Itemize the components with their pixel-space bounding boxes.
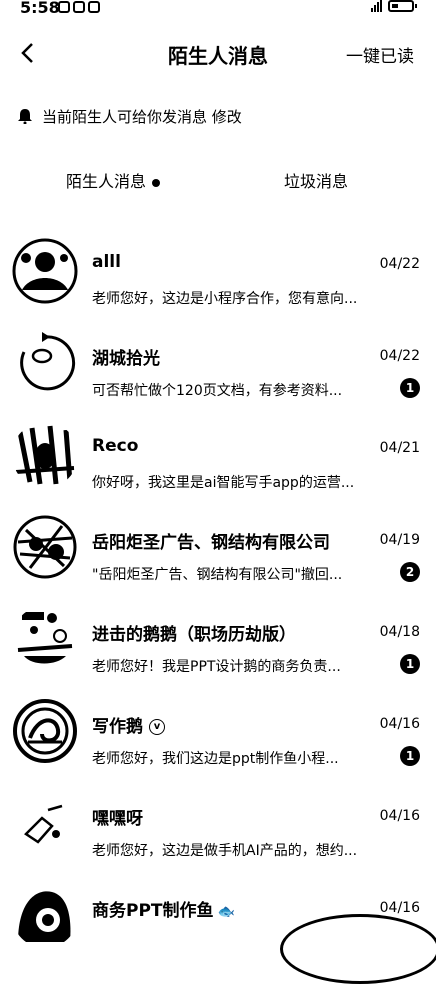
fish-icon: 🐟 [217,904,235,920]
tab-strangers[interactable]: 陌生人消息 [66,168,161,192]
item-name: 嘿嘿呀 [92,809,143,829]
avatar [12,422,78,488]
list-item[interactable]: 写作鹅 v 04/16 老师您好，我们这边是ppt制作鱼小程... 1 [0,686,436,778]
list-item[interactable]: alll 04/22 老师您好，这边是小程序合作，您有意向... [0,226,436,318]
item-date: 04/16 [379,900,420,916]
avatar [12,330,78,396]
item-message: 老师您好，这边是小程序合作，您有意向... [92,291,358,307]
item-message: 老师您好，我们这边是ppt制作鱼小程... [92,751,339,767]
item-date: 04/16 [379,808,420,824]
notice-text: 当前陌生人可给你发消息 修改 [42,107,242,126]
item-name: 商务PPT制作鱼 🐟 [92,901,235,921]
avatar [12,606,78,672]
item-message: 老师您好！我是PPT设计鹅的商务负责... [92,659,341,675]
item-date: 04/19 [379,532,420,548]
item-date: 04/18 [379,624,420,640]
item-name: 岳阳炬圣广告、钢结构有限公司 [92,533,330,553]
notification-icons [58,1,100,13]
avatar [12,514,78,580]
item-date: 04/21 [379,440,420,456]
bell-icon [18,108,32,124]
item-message: 老师您好，这边是做手机AI产品的，想约... [92,843,358,859]
verified-icon: v [149,719,165,735]
avatar [12,238,78,304]
list-item[interactable]: 湖城拾光 04/22 可否帮忙做个120页文档，有参考资料... 1 [0,318,436,410]
signal-icon [371,0,382,12]
item-name: Reco [92,436,139,456]
annotation-loop [280,914,436,984]
status-bar: 5:58 [0,0,436,22]
status-time: 5:58 [20,0,60,17]
item-message: 你好呀，我这里是ai智能写手app的运营... [92,475,355,491]
unread-badge: 2 [400,562,420,582]
header: 陌生人消息 一键已读 [0,30,436,76]
list-item[interactable]: 岳阳炬圣广告、钢结构有限公司 04/19 "岳阳炬圣广告、钢结构有限公司"撤回.… [0,502,436,594]
unread-badge: 1 [400,746,420,766]
list-item[interactable]: 嘿嘿呀 04/16 老师您好，这边是做手机AI产品的，想约... [0,778,436,870]
list-item[interactable]: 商务PPT制作鱼 🐟 04/16 [0,870,436,984]
tab-spam[interactable]: 垃圾消息 [284,168,348,192]
avatar [12,882,78,948]
tabs: 陌生人消息 垃圾消息 [0,162,436,196]
stranger-notice[interactable]: 当前陌生人可给你发消息 修改 [18,104,242,128]
avatar [12,790,78,856]
item-date: 04/22 [379,348,420,364]
item-message: "岳阳炬圣广告、钢结构有限公司"撤回... [92,567,343,583]
item-name: 湖城拾光 [92,349,160,369]
item-date: 04/22 [379,256,420,272]
status-right [371,0,417,12]
item-date: 04/16 [379,716,420,732]
mark-all-read-button[interactable]: 一键已读 [346,42,414,67]
unread-badge: 1 [400,654,420,674]
avatar [12,698,78,764]
item-name: alll [92,252,121,272]
item-name: 进击的鹅鹅（职场历劫版） [92,625,296,645]
unread-badge: 1 [400,378,420,398]
unread-dot [152,178,161,187]
battery-icon [388,0,417,12]
item-message: 可否帮忙做个120页文档，有参考资料... [92,383,343,399]
item-name: 写作鹅 v [92,712,165,737]
list-item[interactable]: Reco 04/21 你好呀，我这里是ai智能写手app的运营... [0,410,436,502]
list-item[interactable]: 进击的鹅鹅（职场历劫版） 04/18 老师您好！我是PPT设计鹅的商务负责...… [0,594,436,686]
